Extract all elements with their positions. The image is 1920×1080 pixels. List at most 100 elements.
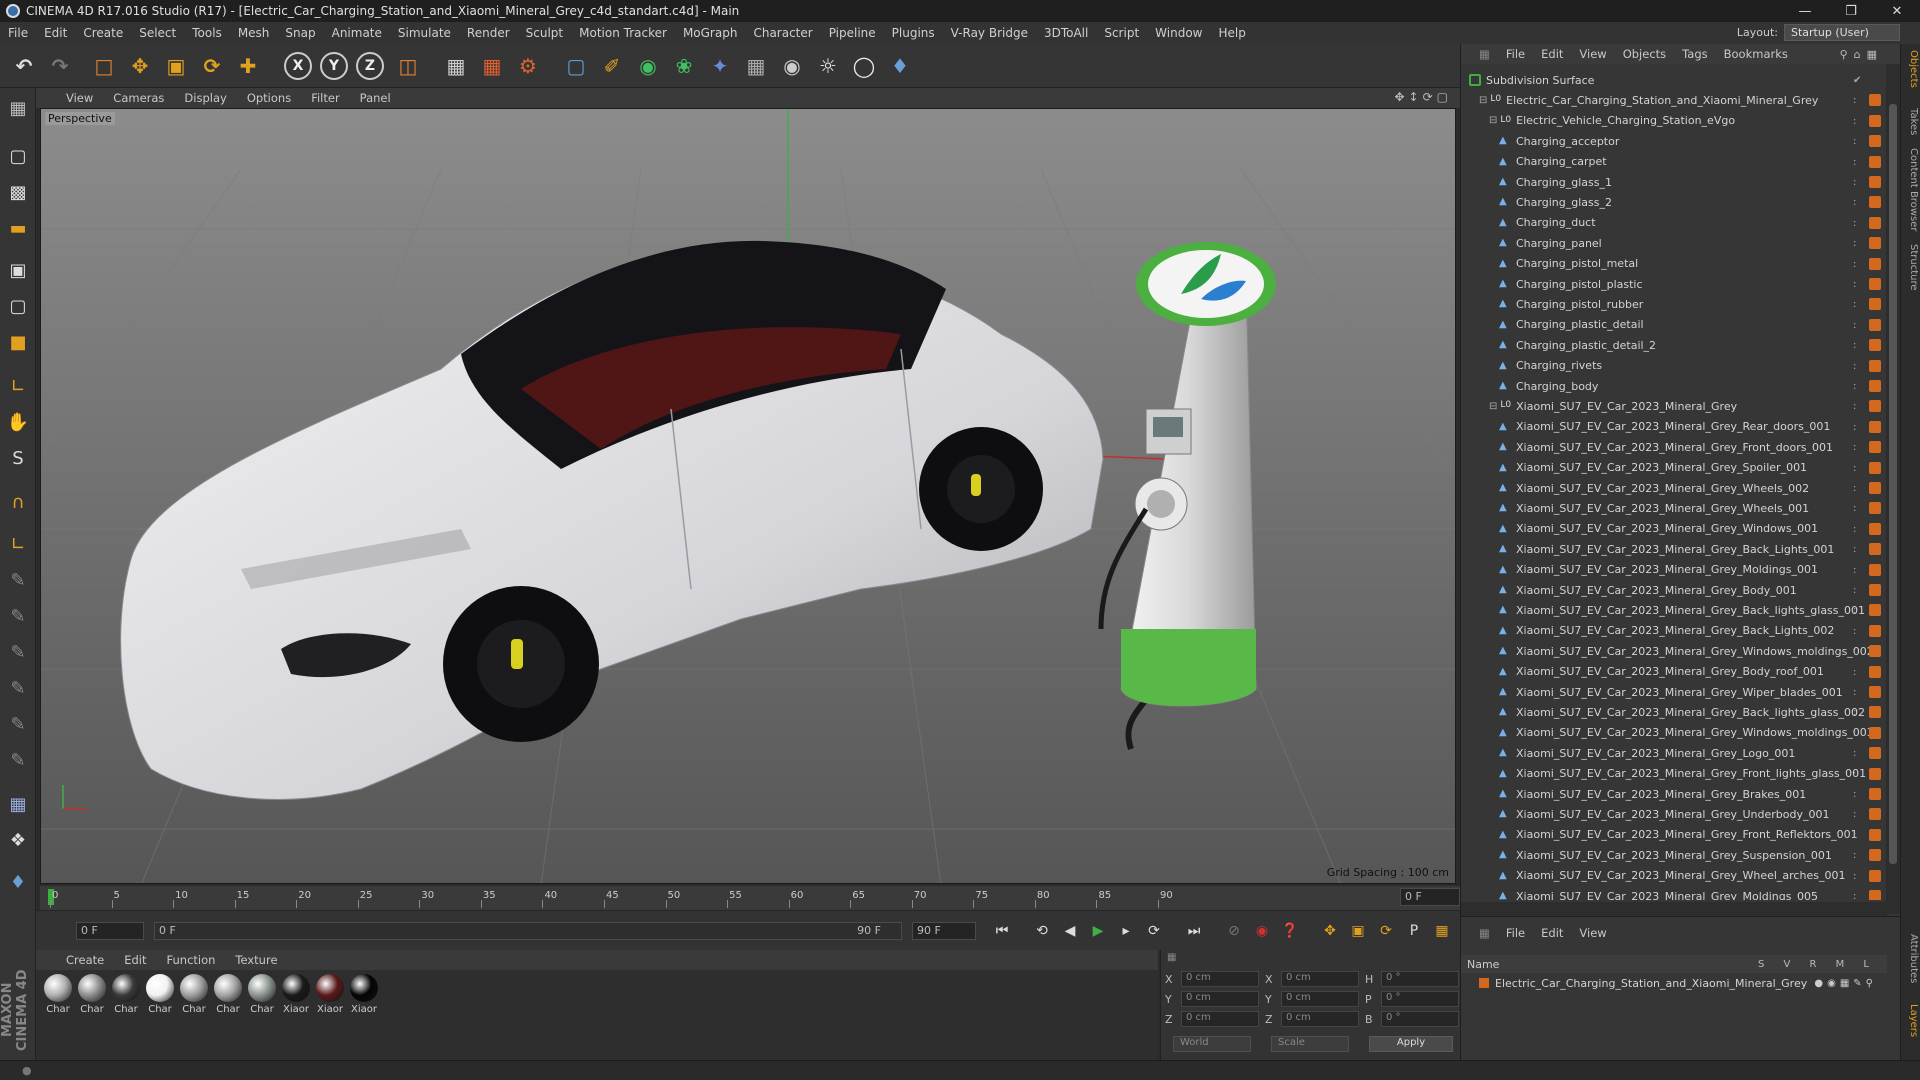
material-swatch[interactable]: Char xyxy=(42,974,74,1015)
material-swatch[interactable]: Xiaor xyxy=(314,974,346,1015)
subdivision-surface-icon[interactable]: ◉ xyxy=(632,50,664,82)
x-axis-lock-icon[interactable]: X xyxy=(284,52,312,80)
material-tag-icon[interactable] xyxy=(1869,400,1881,413)
tab-attributes[interactable]: Attributes xyxy=(1903,934,1919,983)
viewport-menu-options[interactable]: Options xyxy=(237,91,301,105)
menu-plugins[interactable]: Plugins xyxy=(884,26,943,40)
coordinate-system-icon[interactable]: ◫ xyxy=(392,50,424,82)
visibility-toggle-icon[interactable]: : xyxy=(1853,748,1863,759)
position-value-field[interactable]: 0 cm xyxy=(1181,1011,1259,1027)
deformer-icon[interactable]: ✦ xyxy=(704,50,736,82)
object-tree-row[interactable]: ▲ Xiaomi_SU7_EV_Car_2023_Mineral_Grey_Mol… xyxy=(1461,560,1887,580)
timeline-ruler[interactable]: 0 5 10 15 20 25 30 35 40 45 50 55 60 65 70 75 80 85 90 0 F xyxy=(40,886,1460,910)
cube-object-icon[interactable]: ▢ xyxy=(560,50,592,82)
material-swatch[interactable]: Char xyxy=(212,974,244,1015)
visibility-toggle-icon[interactable]: : xyxy=(1853,850,1863,861)
add-object-icon[interactable]: ✚ xyxy=(232,50,264,82)
visibility-toggle-icon[interactable]: : xyxy=(1853,707,1863,718)
object-tree-scrollbar[interactable] xyxy=(1886,64,1900,914)
size-value-field[interactable]: 0 cm xyxy=(1281,991,1359,1007)
visibility-toggle-icon[interactable]: : xyxy=(1853,95,1863,106)
menu-tools[interactable]: Tools xyxy=(184,26,230,40)
visibility-toggle-icon[interactable]: : xyxy=(1853,891,1863,900)
viewport-menu-display[interactable]: Display xyxy=(174,91,236,105)
object-tree-row[interactable]: ▲ Charging_plastic_detail_2: xyxy=(1461,335,1887,355)
menu-edit[interactable]: Edit xyxy=(36,26,75,40)
tab-takes[interactable]: Takes xyxy=(1903,108,1919,135)
material-tag-icon[interactable] xyxy=(1869,522,1881,535)
material-swatch[interactable]: Xiaor xyxy=(280,974,312,1015)
visibility-toggle-icon[interactable]: : xyxy=(1853,789,1863,800)
visibility-toggle-icon[interactable]: ✔ xyxy=(1853,75,1863,86)
material-tag-icon[interactable] xyxy=(1869,420,1881,433)
model-mode-icon[interactable]: ▢ xyxy=(2,140,34,172)
material-tag-icon[interactable] xyxy=(1869,767,1881,780)
viewport-menu-view[interactable]: View xyxy=(56,91,103,105)
z-axis-lock-icon[interactable]: Z xyxy=(356,52,384,80)
object-tree-row[interactable]: ⊟ L0 Xiaomi_SU7_EV_Car_2023_Mineral_Grey: xyxy=(1461,396,1887,416)
visibility-toggle-icon[interactable]: : xyxy=(1853,871,1863,882)
object-menu-objects[interactable]: Objects xyxy=(1615,47,1674,61)
object-tree-row[interactable]: ▲ Xiaomi_SU7_EV_Car_2023_Mineral_Grey_Bac… xyxy=(1461,600,1887,620)
redo-icon[interactable]: ↷ xyxy=(44,50,76,82)
sculpt-knife-icon[interactable]: ✎ xyxy=(2,744,34,776)
material-tag-icon[interactable] xyxy=(1869,114,1881,127)
render-settings-icon[interactable]: ⚙ xyxy=(512,50,544,82)
material-tag-icon[interactable] xyxy=(1869,890,1881,900)
light-icon[interactable]: ☼ xyxy=(812,50,844,82)
object-tree-row[interactable]: ▲ Charging_glass_1: xyxy=(1461,172,1887,192)
sculpt-pull-icon[interactable]: ✎ xyxy=(2,600,34,632)
object-tree-row[interactable]: ▲ Xiaomi_SU7_EV_Car_2023_Mineral_Grey_Whe… xyxy=(1461,478,1887,498)
visibility-toggle-icon[interactable]: : xyxy=(1853,259,1863,270)
tab-objects[interactable]: Objects xyxy=(1903,50,1919,88)
material-tag-icon[interactable] xyxy=(1869,543,1881,556)
size-value-field[interactable]: 0 cm xyxy=(1281,971,1359,987)
material-menu-texture[interactable]: Texture xyxy=(225,953,287,967)
menu-render[interactable]: Render xyxy=(459,26,518,40)
visibility-toggle-icon[interactable]: : xyxy=(1853,238,1863,249)
sculpt-smooth-icon[interactable]: ✎ xyxy=(2,636,34,668)
material-tag-icon[interactable] xyxy=(1869,441,1881,454)
object-tree-row[interactable]: ▲ Xiaomi_SU7_EV_Car_2023_Mineral_Grey_Sus… xyxy=(1461,845,1887,865)
object-tree-row[interactable]: ▲ Charging_carpet: xyxy=(1461,152,1887,172)
visibility-toggle-icon[interactable]: : xyxy=(1853,463,1863,474)
points-mode-icon[interactable]: ▣ xyxy=(2,254,34,286)
visibility-toggle-icon[interactable]: : xyxy=(1853,728,1863,739)
object-tree-row[interactable]: ▲ Xiaomi_SU7_EV_Car_2023_Mineral_Grey_Win… xyxy=(1461,519,1887,539)
menu-window[interactable]: Window xyxy=(1147,26,1210,40)
rotation-value-field[interactable]: 0 ° xyxy=(1381,971,1459,987)
material-tag-icon[interactable] xyxy=(1869,359,1881,372)
object-tree-row[interactable]: ▲ Xiaomi_SU7_EV_Car_2023_Mineral_Grey_Fro… xyxy=(1461,764,1887,784)
material-swatch[interactable]: Char xyxy=(144,974,176,1015)
menu-mograph[interactable]: MoGraph xyxy=(675,26,746,40)
y-axis-lock-icon[interactable]: Y xyxy=(320,52,348,80)
object-tree-row[interactable]: ▲ Xiaomi_SU7_EV_Car_2023_Mineral_Grey_Wip… xyxy=(1461,682,1887,702)
object-tree-row[interactable]: ▲ Xiaomi_SU7_EV_Car_2023_Mineral_Grey_Bac… xyxy=(1461,702,1887,722)
visibility-toggle-icon[interactable]: : xyxy=(1853,381,1863,392)
object-tree-row[interactable]: ▲ Xiaomi_SU7_EV_Car_2023_Mineral_Grey_Bod… xyxy=(1461,580,1887,600)
material-tag-icon[interactable] xyxy=(1869,94,1881,107)
render-view-icon[interactable]: ▦ xyxy=(440,50,472,82)
material-tag-icon[interactable] xyxy=(1869,726,1881,739)
sculpt-flatten-icon[interactable]: ✎ xyxy=(2,672,34,704)
object-tree-horizontal-scrollbar[interactable] xyxy=(1461,902,1887,916)
object-menu-edit[interactable]: Edit xyxy=(1533,47,1571,61)
menu-create[interactable]: Create xyxy=(75,26,131,40)
menu-pipeline[interactable]: Pipeline xyxy=(821,26,884,40)
step-forward-icon[interactable]: ▸ xyxy=(1114,920,1138,942)
object-tree-row[interactable]: ▲ Charging_panel: xyxy=(1461,233,1887,253)
lock-workplane-icon[interactable]: ∟ xyxy=(2,528,34,560)
layer-row[interactable]: Electric_Car_Charging_Station_and_Xiaomi… xyxy=(1461,973,1887,993)
visibility-toggle-icon[interactable]: : xyxy=(1853,116,1863,127)
collapse-toggle-icon[interactable]: ⊟ xyxy=(1489,401,1497,412)
vray-icon[interactable]: ◯ xyxy=(848,50,880,82)
menu-character[interactable]: Character xyxy=(745,26,820,40)
key-parameter-icon[interactable]: P xyxy=(1402,920,1426,942)
material-tag-icon[interactable] xyxy=(1869,624,1881,637)
menu-simulate[interactable]: Simulate xyxy=(390,26,459,40)
material-tag-icon[interactable] xyxy=(1869,849,1881,862)
material-tag-icon[interactable] xyxy=(1869,584,1881,596)
material-tag-icon[interactable] xyxy=(1869,380,1881,392)
material-tag-icon[interactable] xyxy=(1869,155,1881,168)
tab-structure[interactable]: Structure xyxy=(1903,244,1919,291)
